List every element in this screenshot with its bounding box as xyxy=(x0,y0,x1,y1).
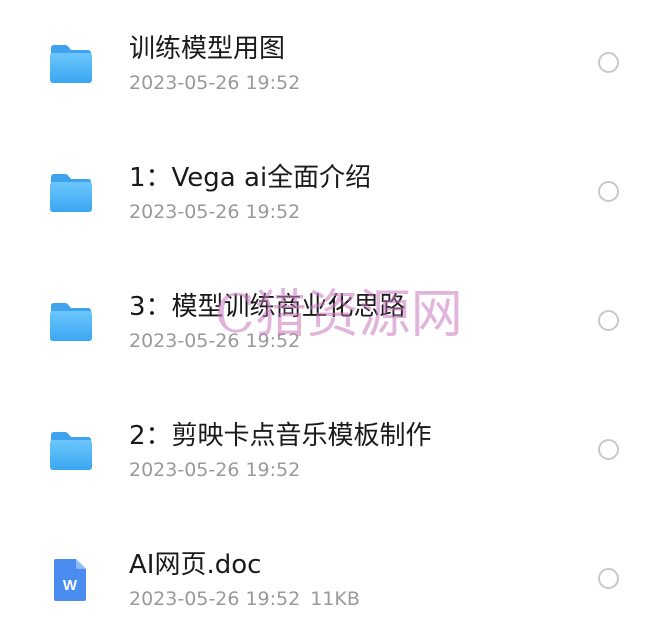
file-size: 11KB xyxy=(310,588,360,610)
file-meta: 2023-05-26 19:52 11KB xyxy=(129,586,360,612)
folder-icon xyxy=(48,431,94,471)
file-name: 2：剪映卡点音乐模板制作 xyxy=(129,421,432,451)
select-radio[interactable] xyxy=(598,439,619,460)
file-name: 1：Vega ai全面介绍 xyxy=(129,163,372,193)
folder-icon xyxy=(48,302,94,342)
file-meta: 2023-05-26 19:52 xyxy=(129,70,300,96)
file-meta: 2023-05-26 19:52 xyxy=(129,457,300,483)
file-name: 训练模型用图 xyxy=(129,34,286,64)
file-meta: 2023-05-26 19:52 xyxy=(129,199,300,225)
select-radio[interactable] xyxy=(598,52,619,73)
folder-icon xyxy=(48,173,94,213)
file-name: 3：模型训练商业化思路 xyxy=(129,292,406,322)
file-date: 2023-05-26 19:52 xyxy=(129,330,301,352)
file-row[interactable]: 1：Vega ai全面介绍 2023-05-26 19:52 xyxy=(0,129,664,258)
folder-icon xyxy=(48,44,94,84)
file-row[interactable]: W AI网页.doc 2023-05-26 19:52 11KB xyxy=(0,516,664,644)
file-row[interactable]: 训练模型用图 2023-05-26 19:52 xyxy=(0,0,664,129)
file-date: 2023-05-26 19:52 xyxy=(129,72,301,94)
file-list: 训练模型用图 2023-05-26 19:52 1：Vega ai全面介绍 20… xyxy=(0,0,664,644)
file-date: 2023-05-26 19:52 xyxy=(129,201,301,223)
word-document-icon: W xyxy=(52,557,88,603)
select-radio[interactable] xyxy=(598,568,619,589)
doc-letter: W xyxy=(63,577,78,594)
file-date: 2023-05-26 19:52 xyxy=(129,588,301,610)
file-row[interactable]: 3：模型训练商业化思路 2023-05-26 19:52 xyxy=(0,258,664,387)
file-name: AI网页.doc xyxy=(129,550,262,580)
file-date: 2023-05-26 19:52 xyxy=(129,459,301,481)
select-radio[interactable] xyxy=(598,181,619,202)
select-radio[interactable] xyxy=(598,310,619,331)
file-row[interactable]: 2：剪映卡点音乐模板制作 2023-05-26 19:52 xyxy=(0,387,664,516)
file-meta: 2023-05-26 19:52 xyxy=(129,328,300,354)
